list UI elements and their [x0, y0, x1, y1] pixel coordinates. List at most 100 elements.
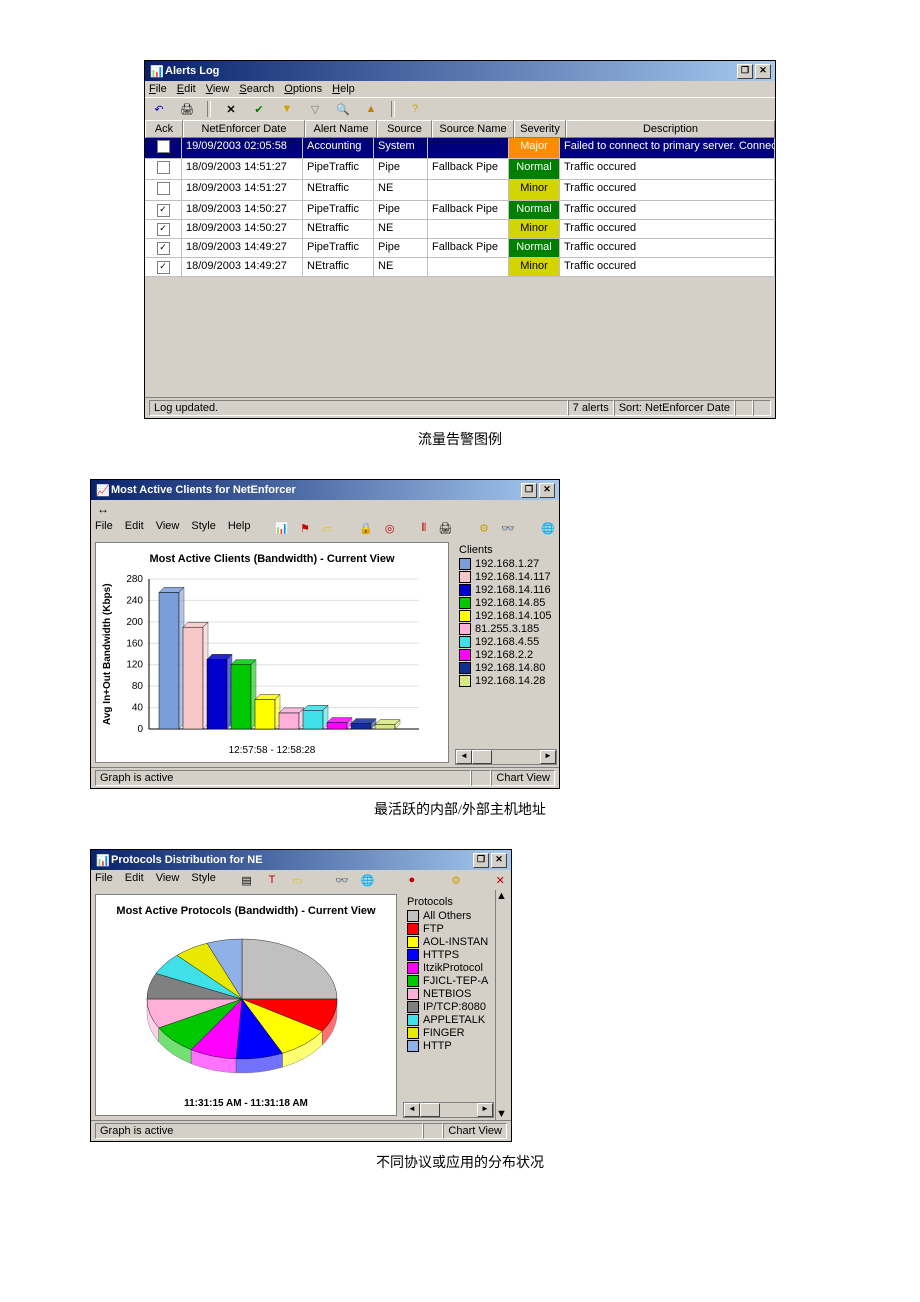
print-icon[interactable]: 🖨	[438, 520, 452, 536]
table-row[interactable]: 19/09/2003 02:05:58Accounting System Maj…	[145, 138, 775, 159]
ack-checkbox[interactable]: ✓	[157, 223, 170, 236]
note-icon[interactable]: ▭	[291, 872, 304, 888]
menu-help[interactable]: Help	[228, 520, 251, 536]
legend-item[interactable]: APPLETALK	[407, 1014, 490, 1026]
list-icon[interactable]: ▤	[240, 872, 253, 888]
alerts-titlebar[interactable]: 📊 Alerts Log ❐ ✕	[145, 61, 775, 81]
legend-item[interactable]: 192.168.14.28	[459, 675, 553, 687]
table-row[interactable]: ✓ 18/09/2003 14:49:27NEtraffic NE MinorT…	[145, 258, 775, 277]
ack-checkbox[interactable]: ✓	[157, 204, 170, 217]
legend-item[interactable]: 192.168.14.80	[459, 662, 553, 674]
col-ack[interactable]: Ack	[145, 120, 183, 138]
table-row[interactable]: ✓ 18/09/2003 14:50:27NEtraffic NE MinorT…	[145, 220, 775, 239]
legend-item[interactable]: NETBIOS	[407, 988, 490, 1000]
ack-checkbox[interactable]: ✓	[157, 242, 170, 255]
menu-view[interactable]: View	[206, 83, 230, 95]
menu-edit[interactable]: Edit	[125, 520, 144, 536]
binoculars-icon[interactable]: 👓	[501, 520, 515, 536]
legend-item[interactable]: 81.255.3.185	[459, 623, 553, 635]
help-icon[interactable]: ?	[407, 101, 423, 117]
table-row[interactable]: 18/09/2003 14:51:27PipeTraffic PipeFallb…	[145, 159, 775, 180]
menu-view[interactable]: View	[156, 520, 180, 536]
legend-item[interactable]: 192.168.14.105	[459, 610, 553, 622]
restore-button[interactable]: ❐	[737, 64, 753, 79]
table-row[interactable]: 18/09/2003 14:51:27NEtraffic NE MinorTra…	[145, 180, 775, 201]
resize-icon[interactable]: ↔	[91, 500, 559, 518]
menu-edit[interactable]: Edit	[177, 83, 196, 95]
funnel-off-icon[interactable]: ▽	[307, 101, 323, 117]
menu-options[interactable]: Options	[284, 83, 322, 95]
col-date[interactable]: NetEnforcer Date	[183, 120, 305, 138]
protocols-legend: Protocols All OthersFTPAOL-INSTANHTTPSIt…	[401, 890, 496, 1059]
legend-item[interactable]: 192.168.14.116	[459, 584, 553, 596]
menu-search[interactable]: Search	[239, 83, 274, 95]
legend-item[interactable]: 192.168.2.2	[459, 649, 553, 661]
menu-file[interactable]: File	[95, 520, 113, 536]
protocols-window: 📊 Protocols Distribution for NE ❐ ✕ File…	[90, 849, 512, 1142]
legend-item[interactable]: 192.168.4.55	[459, 636, 553, 648]
undo-icon[interactable]: ↶	[151, 101, 167, 117]
vscrollbar[interactable]: ▲ ▼	[495, 890, 511, 1120]
legend-item[interactable]: HTTP	[407, 1040, 490, 1052]
col-desc[interactable]: Description	[566, 120, 775, 138]
clients-titlebar[interactable]: 📈 Most Active Clients for NetEnforcer ❐ …	[91, 480, 559, 500]
chart-icon[interactable]: 📊	[274, 520, 288, 536]
legend-item[interactable]: IP/TCP:8080	[407, 1001, 490, 1013]
col-alert[interactable]: Alert Name	[305, 120, 377, 138]
menu-view[interactable]: View	[156, 872, 180, 888]
text-icon[interactable]: T	[265, 872, 278, 888]
legend-scrollbar[interactable]: ◄►	[455, 749, 557, 765]
legend-item[interactable]: FTP	[407, 923, 490, 935]
restore-button[interactable]: ❐	[521, 483, 537, 498]
funnel-icon[interactable]: ▼	[279, 101, 295, 117]
lock-icon[interactable]: 🔒	[359, 520, 373, 536]
ack-checkbox[interactable]	[157, 140, 170, 153]
legend-item[interactable]: 192.168.14.85	[459, 597, 553, 609]
col-sev[interactable]: Severity	[514, 120, 566, 138]
protocols-titlebar[interactable]: 📊 Protocols Distribution for NE ❐ ✕	[91, 850, 511, 870]
record-icon[interactable]: ●	[405, 872, 418, 888]
note-icon[interactable]: ▭	[322, 520, 332, 536]
col-sname[interactable]: Source Name	[432, 120, 514, 138]
restore-button[interactable]: ❐	[473, 853, 489, 868]
target-icon[interactable]: ◎	[385, 520, 395, 536]
ack-checkbox[interactable]: ✓	[157, 261, 170, 274]
menu-edit[interactable]: Edit	[125, 872, 144, 888]
legend-item[interactable]: FJICL-TEP-A	[407, 975, 490, 987]
globe-icon[interactable]: 🌐	[541, 520, 555, 536]
highlight-icon[interactable]: ▲	[363, 101, 379, 117]
print-icon[interactable]: 🖨	[179, 101, 195, 117]
delete-icon[interactable]: ✕	[223, 101, 239, 117]
flag-icon[interactable]: ⚑	[300, 520, 310, 536]
legend-item[interactable]: FINGER	[407, 1027, 490, 1039]
find-icon[interactable]: 🔍	[335, 101, 351, 117]
close-button[interactable]: ✕	[755, 64, 771, 79]
ack-checkbox[interactable]	[157, 161, 170, 174]
check-icon[interactable]: ✔	[251, 101, 267, 117]
legend-item[interactable]: 192.168.1.27	[459, 558, 553, 570]
legend-item[interactable]: All Others	[407, 910, 490, 922]
legend-item[interactable]: AOL-INSTAN	[407, 936, 490, 948]
close-button[interactable]: ✕	[491, 853, 507, 868]
legend-item[interactable]: HTTPS	[407, 949, 490, 961]
binoculars-icon[interactable]: 👓	[335, 872, 349, 888]
menu-help[interactable]: Help	[332, 83, 355, 95]
menu-file[interactable]: File	[95, 872, 113, 888]
status-view: Chart View	[491, 770, 555, 786]
gear-icon[interactable]: ⚙	[449, 872, 462, 888]
columns-icon[interactable]: ⦀	[421, 520, 426, 536]
ack-checkbox[interactable]	[157, 182, 170, 195]
legend-item[interactable]: ItzikProtocol	[407, 962, 490, 974]
table-row[interactable]: ✓ 18/09/2003 14:50:27PipeTraffic PipeFal…	[145, 201, 775, 220]
legend-hscrollbar[interactable]: ◄►	[403, 1102, 494, 1118]
globe-icon[interactable]: 🌐	[361, 872, 375, 888]
gear-icon[interactable]: ⚙	[479, 520, 489, 536]
close-button[interactable]: ✕	[539, 483, 555, 498]
legend-item[interactable]: 192.168.14.117	[459, 571, 553, 583]
table-row[interactable]: ✓ 18/09/2003 14:49:27PipeTraffic PipeFal…	[145, 239, 775, 258]
col-source[interactable]: Source	[377, 120, 432, 138]
close-icon[interactable]: ✕	[494, 872, 507, 888]
menu-style[interactable]: Style	[191, 520, 215, 536]
menu-file[interactable]: File	[149, 83, 167, 95]
menu-style[interactable]: Style	[191, 872, 215, 888]
